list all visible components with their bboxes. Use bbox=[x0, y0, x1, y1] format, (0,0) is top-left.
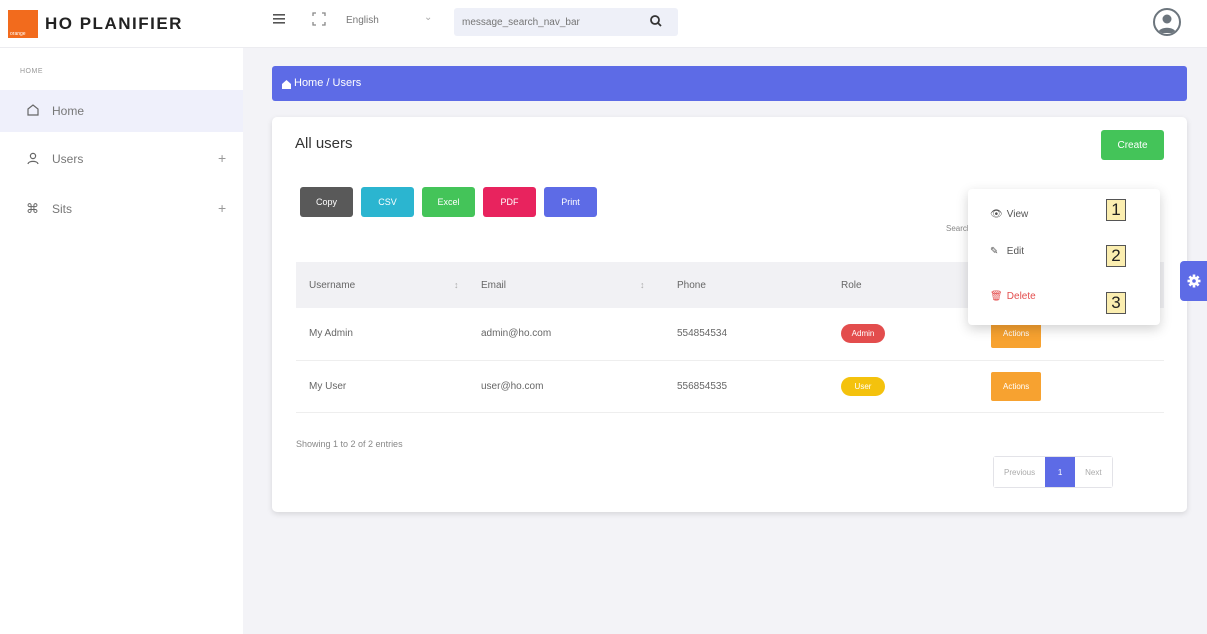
command-icon: ⌘ bbox=[26, 201, 39, 216]
brand[interactable]: orange HO PLANIFIER bbox=[8, 10, 183, 38]
create-button[interactable]: Create bbox=[1101, 130, 1164, 160]
dropdown-item-delete[interactable]: 🗑 Delete bbox=[990, 291, 1036, 302]
sidebar-item-label: Home bbox=[52, 104, 85, 118]
print-button[interactable]: Print bbox=[544, 187, 597, 217]
table-row: My User user@ho.com 556854535 User Actio… bbox=[296, 360, 1164, 413]
language-select[interactable]: English bbox=[346, 15, 379, 26]
cell-email: user@ho.com bbox=[468, 360, 664, 413]
eye-icon: 👁 bbox=[990, 209, 1003, 220]
cell-role: User bbox=[828, 360, 978, 413]
cell-username: My User bbox=[296, 360, 468, 413]
user-avatar-icon[interactable] bbox=[1153, 8, 1181, 36]
pdf-button[interactable]: PDF bbox=[483, 187, 536, 217]
chevron-down-icon[interactable]: ⌄ bbox=[424, 12, 432, 23]
actions-button[interactable]: Actions bbox=[991, 371, 1042, 401]
breadcrumb: Home / Users bbox=[272, 66, 1187, 101]
entries-info: Showing 1 to 2 of 2 entries bbox=[296, 439, 403, 449]
column-header-email[interactable]: Email ↕ bbox=[468, 262, 664, 308]
card-title: All users bbox=[295, 135, 353, 152]
breadcrumb-text[interactable]: Home / Users bbox=[294, 77, 361, 89]
sort-icon[interactable]: ↕ bbox=[454, 280, 459, 290]
cell-role: Admin bbox=[828, 308, 978, 361]
search-bar bbox=[454, 8, 678, 36]
top-bar: orange HO PLANIFIER English ⌄ bbox=[0, 0, 1207, 48]
hamburger-icon[interactable] bbox=[270, 12, 288, 30]
sidebar-item-sits[interactable]: ⌘ Sits + bbox=[0, 188, 243, 230]
role-badge: User bbox=[841, 376, 885, 396]
number-tag-1: 1 bbox=[1106, 199, 1126, 221]
cell-actions: Actions bbox=[978, 360, 1164, 413]
sort-icon[interactable]: ↕ bbox=[640, 280, 645, 290]
actions-dropdown: 👁 View ✎ Edit 🗑 Delete 1 2 3 bbox=[968, 189, 1160, 325]
cell-username: My Admin bbox=[296, 308, 468, 361]
gear-icon bbox=[1187, 274, 1201, 288]
cell-phone: 554854534 bbox=[664, 308, 828, 361]
expand-plus-icon[interactable]: + bbox=[218, 150, 226, 166]
copy-button[interactable]: Copy bbox=[300, 187, 353, 217]
csv-button[interactable]: CSV bbox=[361, 187, 414, 217]
dropdown-item-edit[interactable]: ✎ Edit bbox=[990, 246, 1024, 257]
cell-email: admin@ho.com bbox=[468, 308, 664, 361]
next-page-button[interactable]: Next bbox=[1075, 457, 1112, 487]
sidebar-item-users[interactable]: Users + bbox=[0, 138, 243, 180]
column-header-username[interactable]: Username ↕ bbox=[296, 262, 468, 308]
excel-button[interactable]: Excel bbox=[422, 187, 475, 217]
settings-tab[interactable] bbox=[1180, 261, 1207, 301]
fullscreen-icon[interactable] bbox=[310, 12, 328, 30]
pagination: Previous 1 Next bbox=[993, 456, 1113, 488]
sidebar: HOME Home Users + ⌘ Sits + bbox=[0, 48, 243, 634]
role-badge: Admin bbox=[841, 324, 885, 344]
expand-plus-icon[interactable]: + bbox=[218, 200, 226, 216]
dropdown-item-view[interactable]: 👁 View bbox=[990, 209, 1028, 220]
user-icon bbox=[26, 151, 42, 167]
previous-page-button[interactable]: Previous bbox=[994, 457, 1046, 487]
cell-phone: 556854535 bbox=[664, 360, 828, 413]
column-header-phone[interactable]: Phone bbox=[664, 262, 828, 308]
column-header-role[interactable]: Role bbox=[828, 262, 978, 308]
home-icon bbox=[26, 103, 42, 119]
search-input[interactable] bbox=[462, 14, 642, 30]
search-icon[interactable] bbox=[647, 12, 665, 30]
page-1-button[interactable]: 1 bbox=[1045, 457, 1076, 487]
dropdown-item-label: Delete bbox=[1006, 291, 1036, 302]
edit-icon: ✎ bbox=[990, 246, 999, 257]
number-tag-2: 2 bbox=[1106, 245, 1126, 267]
brand-name: HO PLANIFIER bbox=[45, 14, 183, 33]
number-tag-3: 3 bbox=[1106, 292, 1126, 314]
sidebar-item-label: Users bbox=[52, 152, 84, 166]
dropdown-item-label: View bbox=[1006, 209, 1029, 220]
sidebar-item-home[interactable]: Home bbox=[0, 90, 243, 132]
sidebar-heading: HOME bbox=[20, 68, 43, 75]
trash-icon: 🗑 bbox=[990, 291, 1003, 302]
sidebar-item-label: Sits bbox=[52, 202, 73, 216]
dropdown-item-label: Edit bbox=[1006, 246, 1025, 257]
home-icon[interactable] bbox=[281, 77, 293, 89]
logo-text: orange bbox=[10, 31, 26, 37]
orange-logo: orange bbox=[8, 10, 38, 38]
